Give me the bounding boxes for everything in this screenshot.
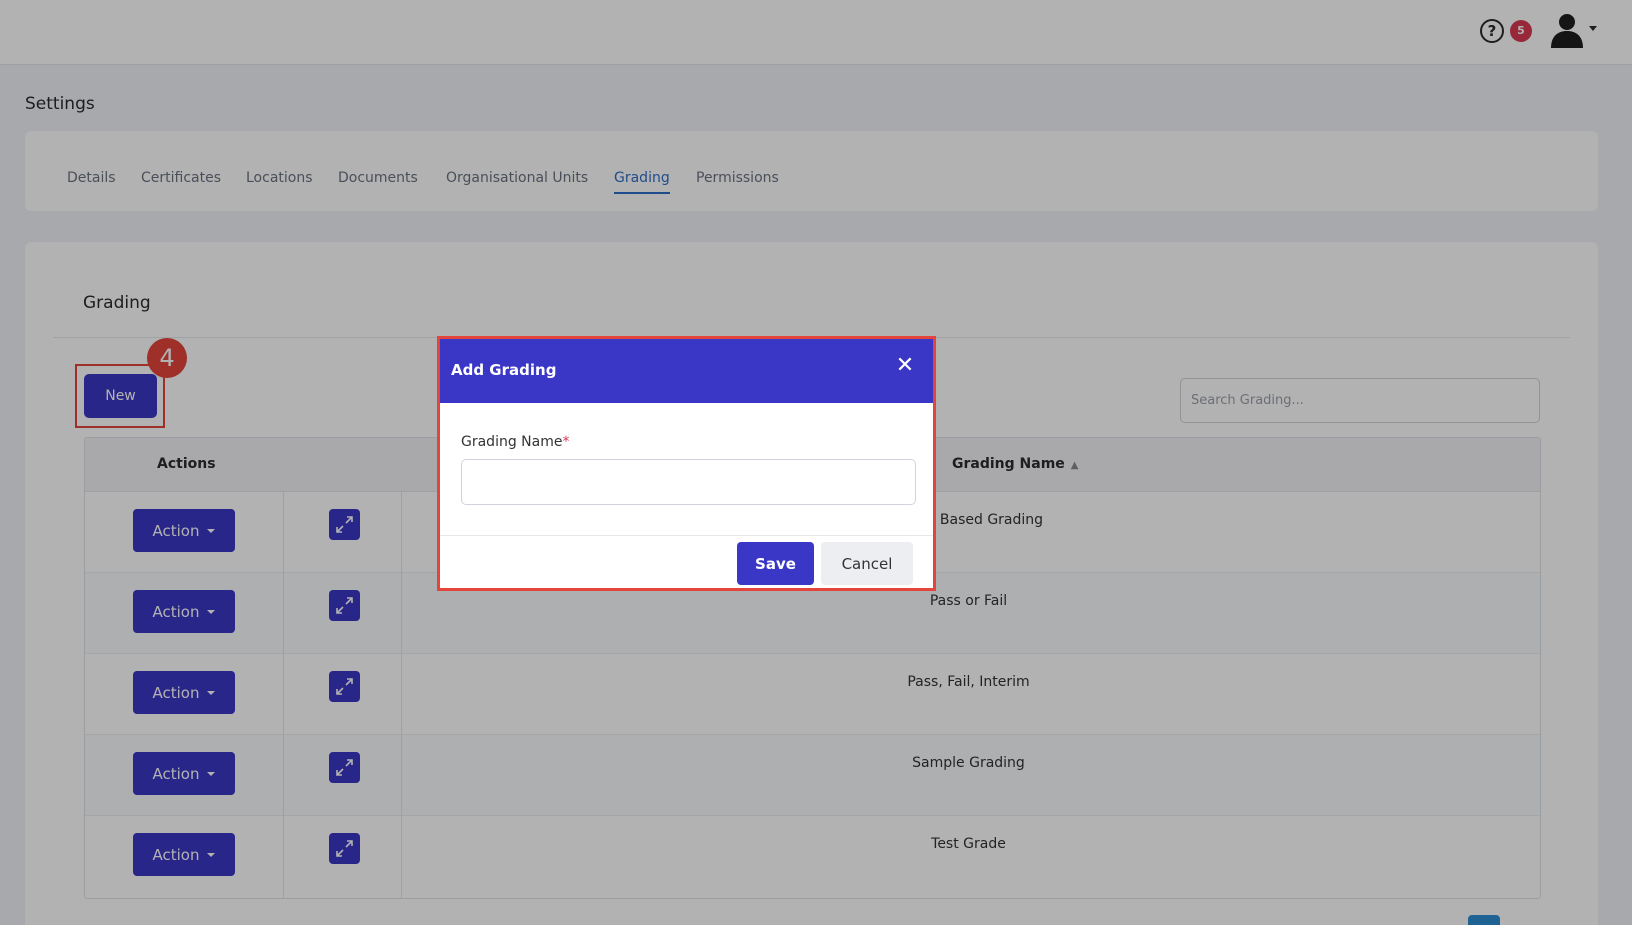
- grading-name-input[interactable]: [461, 459, 916, 505]
- close-icon[interactable]: ✕: [894, 355, 916, 377]
- modal-divider: [440, 535, 933, 536]
- save-button[interactable]: Save: [737, 542, 814, 585]
- required-mark: *: [562, 434, 570, 450]
- modal-title: Add Grading: [451, 361, 557, 379]
- grading-name-label: Grading Name*: [461, 434, 569, 450]
- cancel-button[interactable]: Cancel: [821, 542, 913, 585]
- grading-name-label-text: Grading Name: [461, 434, 563, 450]
- add-grading-modal: Add Grading ✕ Grading Name* Save Cancel: [437, 336, 936, 591]
- modal-header: Add Grading ✕: [440, 339, 933, 403]
